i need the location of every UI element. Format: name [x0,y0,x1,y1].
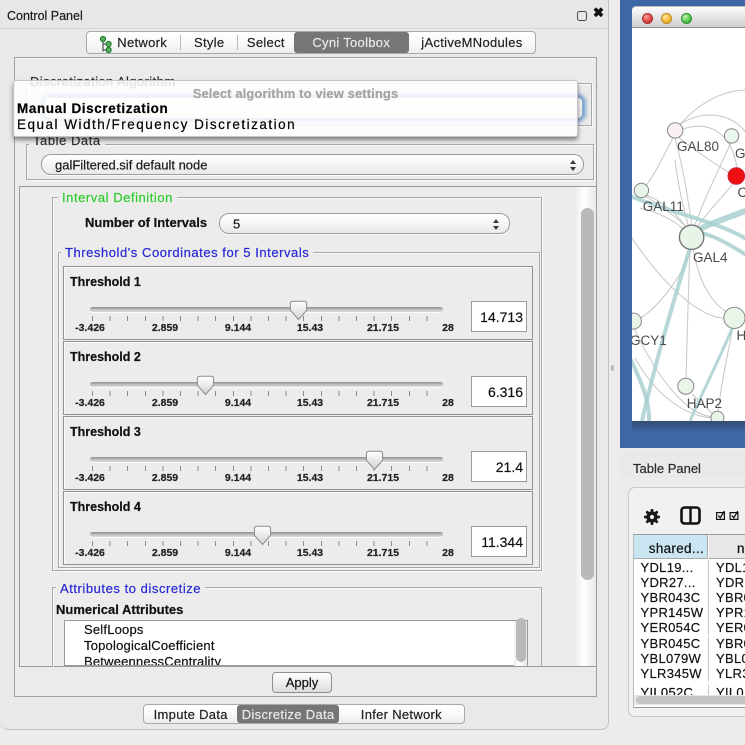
svg-text:G.: G. [735,146,745,161]
svg-text:GAL4: GAL4 [693,250,728,265]
svg-text:GCY1: GCY1 [632,333,667,348]
svg-text:GAL11: GAL11 [642,199,683,214]
svg-text:H: H [736,328,745,343]
svg-text:C: C [737,185,745,200]
svg-text:HAP2: HAP2 [686,396,721,411]
svg-text:GAL80: GAL80 [677,139,719,154]
